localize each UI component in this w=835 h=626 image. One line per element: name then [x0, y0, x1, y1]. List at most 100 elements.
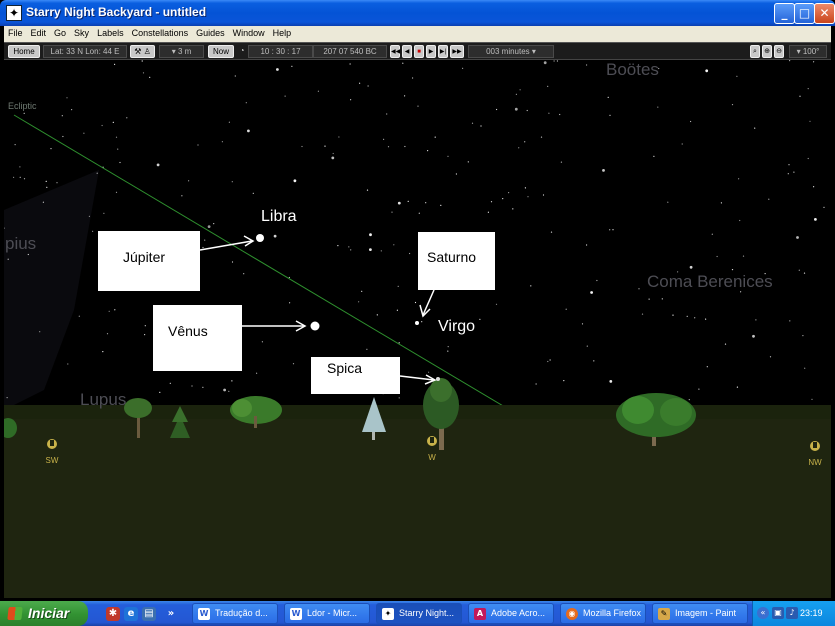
star	[586, 345, 588, 347]
now-button[interactable]: Now	[208, 45, 234, 58]
star	[495, 303, 498, 305]
star	[609, 114, 611, 116]
menu-edit[interactable]: Edit	[27, 26, 51, 38]
network-icon[interactable]: ▣	[772, 607, 784, 619]
star	[752, 334, 755, 338]
tray-expand-icon[interactable]: «	[757, 607, 769, 619]
star	[181, 195, 183, 197]
paint-icon: ✎	[658, 608, 670, 620]
star	[479, 318, 481, 320]
taskbar-item-traducao[interactable]: W Tradução d...	[192, 603, 278, 624]
constellation-label-scorpius: pius	[5, 234, 37, 253]
star	[191, 385, 193, 387]
star	[769, 356, 772, 358]
jupiter-callout: Júpiter	[98, 231, 200, 291]
star	[102, 351, 104, 353]
menu-go[interactable]: Go	[50, 26, 70, 38]
start-button[interactable]: Iniciar	[0, 601, 88, 626]
date-field[interactable]: 207 07 540 BC	[313, 45, 387, 58]
menu-labels[interactable]: Labels	[93, 26, 128, 38]
star	[447, 346, 449, 348]
star	[361, 290, 363, 292]
star	[383, 138, 385, 140]
star	[231, 380, 233, 382]
star	[648, 298, 650, 300]
star	[293, 179, 297, 183]
star	[706, 366, 708, 368]
volume-icon[interactable]: ♪	[786, 607, 798, 619]
star	[46, 186, 48, 188]
star	[142, 72, 145, 74]
star	[467, 161, 469, 163]
star	[559, 113, 561, 116]
home-button[interactable]: Home	[8, 45, 40, 58]
star	[796, 236, 799, 239]
star	[418, 212, 420, 214]
stop-icon[interactable]: ■	[414, 45, 424, 58]
maximize-button[interactable]: □	[794, 3, 815, 24]
elevation-field[interactable]: ▾ 3 m	[159, 45, 204, 58]
constellation-label-bootes: Boötes	[606, 60, 659, 79]
venus-marker[interactable]	[310, 321, 320, 331]
spica-marker[interactable]	[436, 377, 440, 381]
star	[117, 148, 119, 150]
step-back-icon[interactable]: ◀	[402, 45, 412, 58]
starry-night-icon: ✦	[382, 608, 394, 620]
title-bar[interactable]: ✦ Starry Night Backyard - untitled _ □ ✕	[0, 0, 835, 26]
star	[404, 95, 406, 97]
zoom-in-icon[interactable]: ⊕	[762, 45, 772, 58]
star	[417, 105, 419, 107]
internet-explorer-icon[interactable]: e	[124, 607, 138, 621]
word-icon: W	[198, 608, 210, 620]
zoom-icon[interactable]: ⌕	[750, 45, 760, 58]
location-field[interactable]: Lat: 33 N Lon: 44 E	[43, 45, 127, 58]
show-desktop-icon[interactable]: ▤	[142, 607, 156, 621]
star	[234, 75, 236, 77]
menu-guides[interactable]: Guides	[192, 26, 229, 38]
star	[402, 62, 404, 64]
taskbar-item-starry-night[interactable]: ✦ Starry Night...	[376, 603, 462, 624]
viewer-tools-icon[interactable]: ⚒ ♙	[130, 45, 155, 58]
star	[814, 218, 817, 221]
taskbar-item-adobe-acrobat[interactable]: A Adobe Acro...	[468, 603, 554, 624]
quicklaunch-overflow-icon[interactable]: »	[164, 607, 178, 621]
jupiter-marker[interactable]	[256, 234, 264, 242]
close-button[interactable]: ✕	[814, 3, 835, 24]
toolbar: Home Lat: 33 N Lon: 44 E ⚒ ♙ ▾ 3 m Now ◔…	[4, 42, 831, 60]
star	[515, 93, 517, 95]
step-forward-icon[interactable]: ▶|	[438, 45, 448, 58]
star	[768, 198, 770, 200]
taskbar-item-firefox[interactable]: ◉ Mozilla Firefox	[560, 603, 646, 624]
fov-select[interactable]: ▾ 100°	[789, 45, 827, 58]
star	[112, 121, 114, 123]
taskbar-item-ldor[interactable]: W Ldor - Micr...	[284, 603, 370, 624]
menu-sky[interactable]: Sky	[70, 26, 93, 38]
star	[106, 333, 109, 335]
minimize-button[interactable]: _	[774, 3, 795, 24]
star	[586, 64, 588, 66]
zoom-out-icon[interactable]: ⊖	[774, 45, 784, 58]
star	[560, 161, 563, 163]
time-step-select[interactable]: 003 minutes ▾	[468, 45, 554, 58]
menu-help[interactable]: Help	[269, 26, 296, 38]
menu-window[interactable]: Window	[229, 26, 269, 38]
menu-constellations[interactable]: Constellations	[128, 26, 193, 38]
star	[519, 89, 521, 91]
play-icon[interactable]: ▶	[426, 45, 436, 58]
fast-forward-icon[interactable]: ▶▶	[450, 45, 464, 58]
star	[535, 383, 537, 385]
rewind-icon[interactable]: ◀◀	[390, 45, 400, 58]
time-field[interactable]: 10 : 30 : 17	[248, 45, 313, 58]
star	[593, 360, 595, 362]
taskbar-item-paint[interactable]: ✎ Imagem - Paint	[652, 603, 748, 624]
saturn-marker[interactable]	[415, 321, 419, 325]
sky-view[interactable]: Ecliptic Boötes Coma Berenices Lupus piu…	[4, 60, 831, 598]
star	[542, 194, 545, 196]
taskbar-clock[interactable]: 23:19	[800, 608, 823, 618]
star	[543, 61, 547, 65]
quicklaunch-app-icon[interactable]: ✱	[106, 607, 120, 621]
star	[207, 225, 211, 229]
constellation-label-coma-berenices: Coma Berenices	[647, 272, 773, 291]
menu-file[interactable]: File	[4, 26, 27, 38]
starry-night-icon[interactable]: ✦	[6, 5, 22, 21]
